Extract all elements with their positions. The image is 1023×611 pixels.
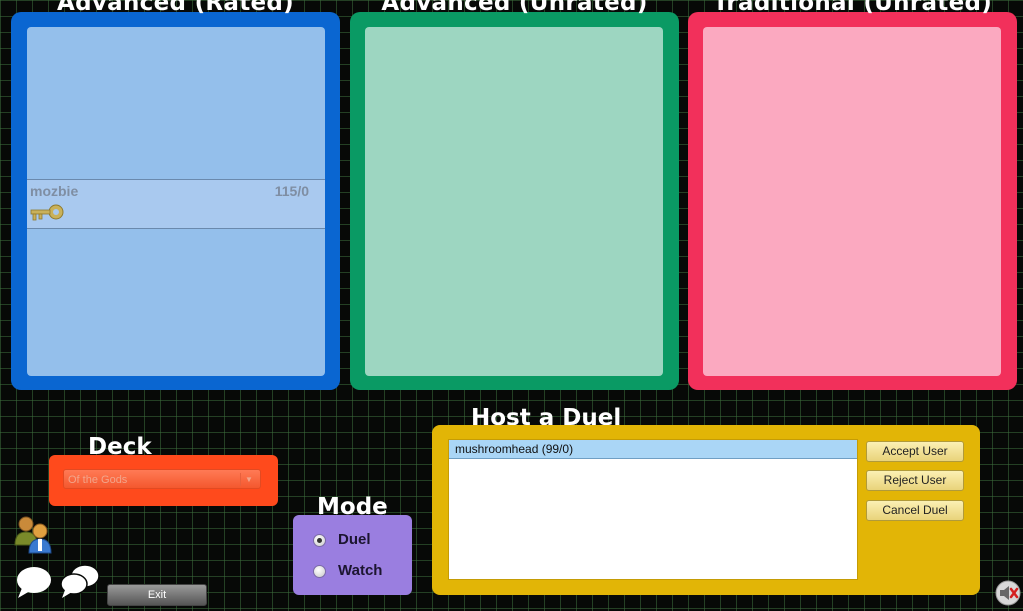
deck-panel: Of the Gods ▼: [49, 455, 278, 506]
reject-user-button[interactable]: Reject User: [866, 470, 964, 491]
lobby-list-advanced-rated[interactable]: mozbie 115/0: [27, 27, 325, 376]
radio-button-watch[interactable]: [313, 565, 326, 578]
mode-option-label: Watch: [338, 562, 383, 579]
key-icon: [29, 204, 65, 227]
user-name: mozbie: [30, 183, 79, 199]
host-request-item[interactable]: mushroomhead (99/0): [449, 440, 857, 459]
radio-button-duel[interactable]: [313, 534, 326, 547]
mode-panel: Duel Watch: [293, 515, 412, 595]
deck-select[interactable]: Of the Gods ▼: [63, 469, 261, 489]
lobby-user-row[interactable]: mozbie 115/0: [27, 179, 325, 229]
host-request-list[interactable]: mushroomhead (99/0): [448, 439, 858, 580]
lobby-panel-advanced-unrated: Advanced (Unrated): [350, 0, 679, 390]
lobby-title-traditional-unrated: Traditional (Unrated): [712, 0, 993, 16]
lobby-title-advanced-unrated: Advanced (Unrated): [381, 0, 648, 16]
lobby-panel-traditional-unrated: Traditional (Unrated): [688, 0, 1017, 390]
lobby-list-traditional-unrated[interactable]: [703, 27, 1001, 376]
exit-button[interactable]: Exit: [107, 584, 207, 606]
lobby-list-advanced-unrated[interactable]: [365, 27, 663, 376]
cancel-duel-button[interactable]: Cancel Duel: [866, 500, 964, 521]
lobby-title-advanced-rated: Advanced (Rated): [57, 0, 294, 16]
user-rating: 115/0: [274, 183, 309, 199]
chat-icon[interactable]: [16, 566, 54, 605]
mode-option-label: Duel: [338, 531, 371, 548]
sound-muted-icon[interactable]: [995, 580, 1021, 611]
deck-selected-value: Of the Gods: [68, 474, 128, 486]
group-chat-icon[interactable]: [60, 564, 100, 605]
chevron-down-icon[interactable]: ▼: [240, 473, 257, 486]
users-icon[interactable]: [13, 515, 55, 560]
accept-user-button[interactable]: Accept User: [866, 441, 964, 462]
lobby-panel-advanced-rated: Advanced (Rated) mozbie 115/0: [11, 0, 340, 390]
host-duel-panel: mushroomhead (99/0) Accept User Reject U…: [432, 425, 980, 595]
